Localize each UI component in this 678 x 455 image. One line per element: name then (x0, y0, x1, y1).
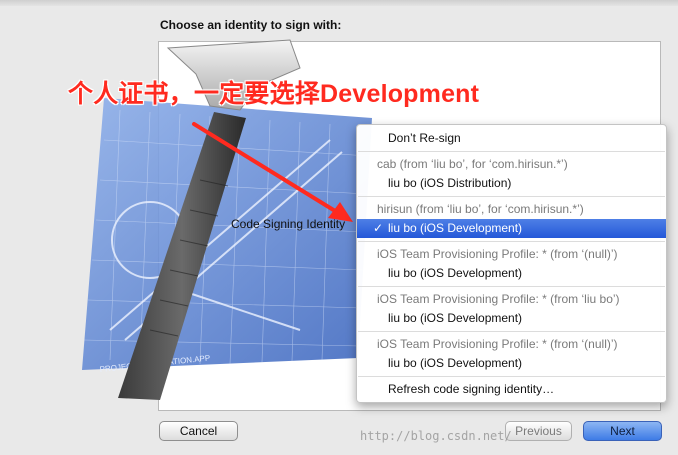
annotation-text: 个人证书，一定要选择Development (68, 80, 480, 108)
menu-item-label: iOS Team Provisioning Profile: * (from ‘… (377, 337, 618, 351)
cancel-button[interactable]: Cancel (159, 421, 238, 441)
menu-section-header: hirisun (from ‘liu bo’, for ‘com.hirisun… (357, 200, 666, 219)
menu-separator (358, 376, 665, 377)
menu-separator (358, 241, 665, 242)
window-top-edge (0, 0, 678, 6)
menu-section-header: iOS Team Provisioning Profile: * (from ‘… (357, 290, 666, 309)
previous-button[interactable]: Previous (505, 421, 572, 441)
menu-item[interactable]: Refresh code signing identity… (357, 380, 666, 399)
menu-item[interactable]: liu bo (iOS Development) (357, 354, 666, 373)
menu-separator (358, 331, 665, 332)
menu-item-label: liu bo (iOS Development) (388, 311, 523, 325)
menu-item-label: iOS Team Provisioning Profile: * (from ‘… (377, 247, 618, 261)
menu-section-header: cab (from ‘liu bo’, for ‘com.hirisun.*’) (357, 155, 666, 174)
menu-item-label: iOS Team Provisioning Profile: * (from ‘… (377, 292, 620, 306)
menu-item[interactable]: Don’t Re-sign (357, 129, 666, 148)
checkmark-icon: ✓ (373, 221, 384, 235)
menu-item[interactable]: liu bo (iOS Development) (357, 309, 666, 328)
menu-item-label: liu bo (iOS Development) (388, 266, 523, 280)
watermark: http://blog.csdn.net/ (360, 429, 512, 443)
identity-popup-menu[interactable]: Don’t Re-sign cab (from ‘liu bo’, for ‘co… (356, 124, 667, 403)
menu-separator (358, 286, 665, 287)
menu-item-label: hirisun (from ‘liu bo’, for ‘com.hirisun… (377, 202, 584, 216)
menu-item[interactable]: liu bo (iOS Distribution) (357, 174, 666, 193)
menu-item-selected[interactable]: ✓ liu bo (iOS Development) (357, 219, 666, 238)
menu-section-header: iOS Team Provisioning Profile: * (from ‘… (357, 335, 666, 354)
code-signing-identity-label: Code Signing Identity (231, 217, 346, 231)
menu-item[interactable]: liu bo (iOS Development) (357, 264, 666, 283)
menu-item-label: liu bo (iOS Distribution) (388, 176, 512, 190)
menu-item-label: Refresh code signing identity… (388, 382, 555, 396)
menu-separator (358, 151, 665, 152)
dialog-heading: Choose an identity to sign with: (160, 18, 342, 32)
next-button[interactable]: Next (583, 421, 662, 441)
menu-item-label: liu bo (iOS Development) (388, 356, 523, 370)
menu-item-label: cab (from ‘liu bo’, for ‘com.hirisun.*’) (377, 157, 568, 171)
menu-item-label: liu bo (iOS Development) (388, 221, 523, 235)
menu-item-label: Don’t Re-sign (388, 131, 461, 145)
menu-separator (358, 196, 665, 197)
menu-section-header: iOS Team Provisioning Profile: * (from ‘… (357, 245, 666, 264)
